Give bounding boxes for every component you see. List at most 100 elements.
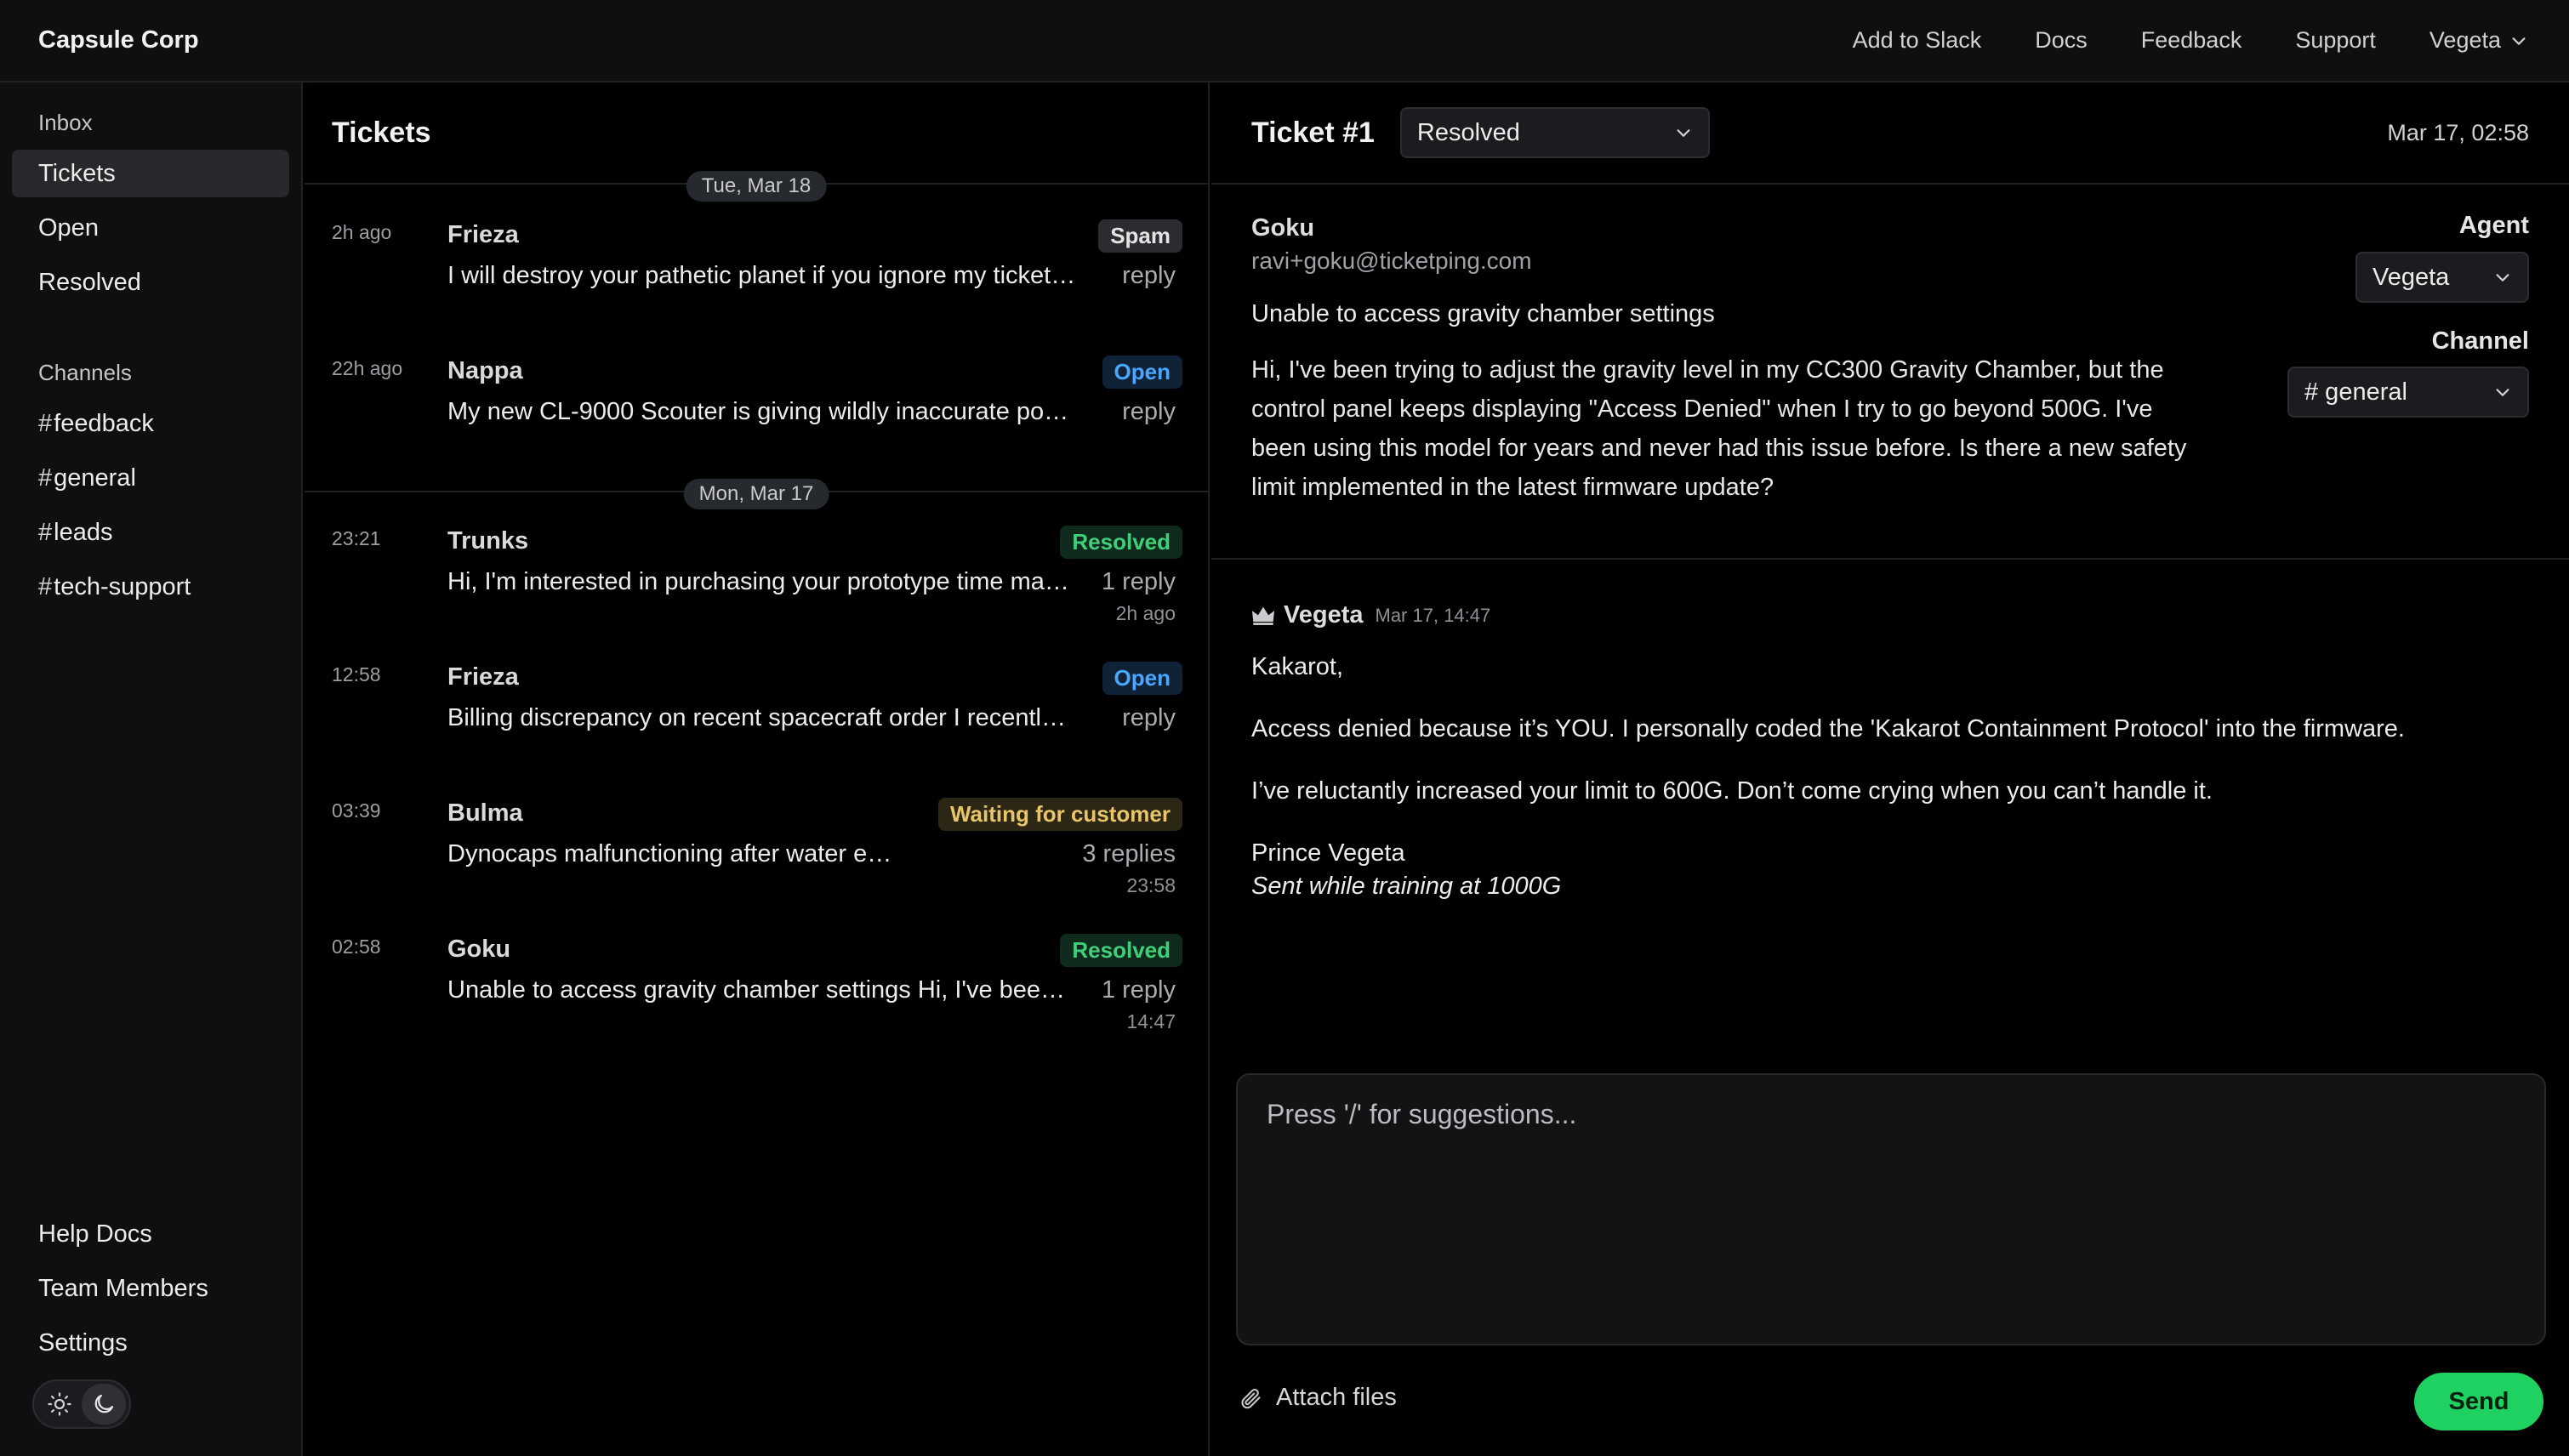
add-to-slack-link[interactable]: Add to Slack (1853, 27, 1982, 54)
reply-count: reply (1122, 704, 1176, 731)
ticket-age: 02:58 (332, 936, 381, 958)
sidebar-item-settings[interactable]: Settings (12, 1319, 289, 1367)
sidebar-item-leads[interactable]: # leads (12, 509, 289, 556)
reply-count: reply (1122, 262, 1176, 289)
ticket-row[interactable]: 23:21 Trunks Hi, I'm interested in purch… (305, 526, 1210, 655)
support-link[interactable]: Support (2295, 27, 2376, 54)
ticket-body: Hi, I've been trying to adjust the gravi… (1251, 356, 2187, 501)
agent-select[interactable]: Vegeta (2355, 252, 2529, 303)
sidebar-item-label: tech-support (54, 572, 191, 600)
ticket-customer: Frieza (447, 221, 519, 248)
sidebar-item-general[interactable]: # general (12, 454, 289, 502)
inbox-section-label: Inbox (38, 110, 93, 135)
detail-divider (1211, 558, 2569, 560)
ticket-row[interactable]: 2h ago Frieza I will destroy your pathet… (305, 219, 1210, 349)
reply-time: Mar 17, 14:47 (1375, 604, 1491, 626)
status-badge: Resolved (1060, 526, 1182, 559)
reply-header: Vegeta Mar 17, 14:47 (1251, 601, 2527, 629)
date-separator: Mon, Mar 17 (683, 479, 829, 509)
sidebar-item-label: Settings (38, 1328, 128, 1356)
sidebar-item-label: Resolved (38, 268, 141, 296)
date-separator: Tue, Mar 18 (686, 171, 827, 202)
sidebar-item-feedback[interactable]: # feedback (12, 400, 289, 447)
sidebar-item-tech-support[interactable]: # tech-support (12, 563, 289, 611)
reply-signature: Prince Vegeta (1251, 839, 1405, 867)
chevron-down-icon (2496, 389, 2509, 396)
top-nav: Add to Slack Docs Feedback Support Veget… (1799, 27, 2528, 54)
reply-count: 1 reply (1101, 976, 1176, 1004)
channel-select[interactable]: # general (2287, 367, 2529, 418)
hash-icon: # (38, 464, 53, 492)
sidebar-item-label: Open (38, 213, 99, 242)
ticket-row[interactable]: 02:58 Goku Unable to access gravity cham… (305, 934, 1210, 1063)
sidebar: Inbox Tickets Open Resolved Channels # fe… (0, 82, 303, 1456)
last-reply-time: 14:47 (1126, 1010, 1176, 1032)
hash-icon: # (38, 409, 53, 437)
sidebar-item-help-docs[interactable]: Help Docs (12, 1210, 289, 1258)
ticket-list-title: Tickets (305, 82, 1208, 185)
agent-reply: Vegeta Mar 17, 14:47 Kakarot, Access den… (1251, 601, 2527, 901)
moon-icon (94, 1394, 114, 1413)
user-menu[interactable]: Vegeta (2429, 27, 2528, 54)
sidebar-item-open[interactable]: Open (12, 204, 289, 252)
status-select[interactable]: Resolved (1399, 107, 1710, 158)
sidebar-item-tickets[interactable]: Tickets (12, 150, 289, 197)
ticket-subject: Unable to access gravity chamber setting… (1251, 300, 1715, 327)
ticket-row[interactable]: 03:39 Bulma Dynocaps malfunctioning afte… (305, 798, 1210, 927)
requester-email: ravi+goku@ticketping.com (1251, 247, 1532, 274)
status-badge: Waiting for customer (937, 798, 1182, 831)
requester-name: Goku (1251, 214, 1315, 242)
status-badge: Spam (1098, 219, 1182, 253)
ticket-age: 22h ago (332, 357, 403, 379)
crown-icon (1251, 606, 1275, 625)
app-root: Capsule Corp Add to Slack Docs Feedback … (0, 0, 2569, 1456)
sidebar-item-team-members[interactable]: Team Members (12, 1265, 289, 1312)
last-reply-time: 23:58 (1126, 874, 1176, 896)
channel-label: Channel (2431, 327, 2529, 355)
ticket-row[interactable]: 12:58 Frieza Billing discrepancy on rece… (305, 662, 1210, 791)
sidebar-item-label: Help Docs (38, 1220, 152, 1248)
paperclip-icon (1241, 1388, 1261, 1408)
top-bar: Capsule Corp Add to Slack Docs Feedback … (0, 0, 2569, 82)
ticket-detail-header: Ticket #1 Resolved Mar 17, 02:58 (1211, 82, 2569, 185)
agent-select-value: Vegeta (2372, 263, 2450, 291)
channel-select-value: # general (2304, 378, 2407, 406)
chevron-down-icon (1677, 129, 1690, 137)
sidebar-item-label: Tickets (38, 159, 116, 187)
ticket-age: 12:58 (332, 663, 381, 685)
ticket-row[interactable]: 22h ago Nappa My new CL-9000 Scouter is … (305, 355, 1210, 485)
reply-composer (1236, 1073, 2546, 1345)
dark-theme-button[interactable] (82, 1384, 126, 1425)
ticket-list-panel: Tickets Tue, Mar 18 2h ago Frieza I will… (305, 82, 1210, 1456)
status-select-value: Resolved (1416, 118, 1520, 146)
ticket-preview: I will destroy your pathetic planet if y… (447, 262, 1077, 289)
agent-label: Agent (2458, 212, 2529, 239)
ticket-title: Ticket #1 (1251, 116, 1375, 149)
brand-name: Capsule Corp (38, 26, 199, 54)
user-name: Vegeta (2429, 27, 2501, 53)
ticket-customer: Goku (447, 936, 511, 963)
sidebar-item-resolved[interactable]: Resolved (12, 259, 289, 306)
ticket-request: Goku ravi+goku@ticketping.com Unable to … (1251, 214, 2272, 507)
reply-signature-note: Sent while training at 1000G (1251, 873, 1562, 900)
chevron-down-icon (2496, 274, 2509, 282)
ticket-preview: Hi, I'm interested in purchasing your pr… (447, 568, 1077, 595)
ticket-age: 2h ago (332, 221, 392, 243)
ticket-customer: Nappa (447, 357, 523, 384)
ticket-age: 03:39 (332, 799, 381, 822)
sun-icon (48, 1392, 71, 1416)
ticket-date: Mar 17, 02:58 (2387, 119, 2529, 145)
feedback-link[interactable]: Feedback (2141, 27, 2242, 54)
reply-greeting: Kakarot, (1251, 653, 1343, 680)
reply-input[interactable] (1238, 1075, 2544, 1344)
reply-count: 3 replies (1082, 840, 1176, 867)
attach-files-button[interactable]: Attach files (1239, 1384, 1397, 1412)
chevron-down-icon (2512, 37, 2526, 45)
hash-icon: # (38, 518, 53, 546)
ticket-age: 23:21 (332, 527, 381, 549)
ticket-customer: Bulma (447, 799, 523, 827)
send-button[interactable]: Send (2414, 1373, 2543, 1430)
status-badge: Resolved (1060, 934, 1182, 967)
docs-link[interactable]: Docs (2035, 27, 2088, 54)
light-theme-button[interactable] (37, 1384, 82, 1425)
